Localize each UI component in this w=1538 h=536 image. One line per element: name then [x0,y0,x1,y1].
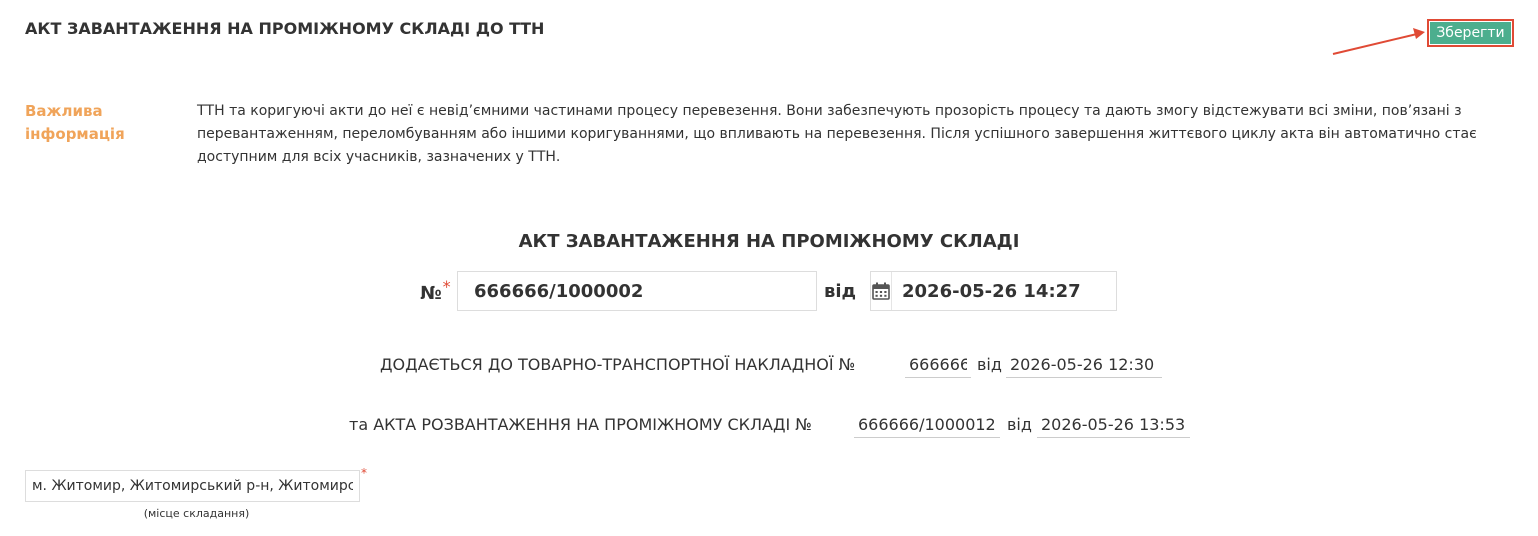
act-date-field [870,271,1163,311]
act-number-label: №* [420,277,451,304]
act-date-from-label: від [824,281,857,302]
important-info-label: Важлива інформація [25,102,125,143]
annotation-arrow-icon [1332,28,1425,55]
place-of-compilation-caption: (місце складання) [143,507,250,520]
act-number-input[interactable] [457,271,817,311]
ttn-number-field[interactable] [905,352,971,378]
ttn-from-label: від [977,355,1002,374]
save-button-highlight: Зберегти [1427,19,1514,47]
unload-act-from-label: від [1007,415,1032,434]
calendar-icon[interactable] [871,272,892,310]
save-button[interactable]: Зберегти [1430,22,1511,44]
unload-act-reference-label: та АКТА РОЗВАНТАЖЕННЯ НА ПРОМІЖНОМУ СКЛА… [349,415,812,434]
ttn-date-field[interactable] [1006,352,1162,378]
unload-act-number-field[interactable] [854,412,1000,438]
document-title: АКТ ЗАВАНТАЖЕННЯ НА ПРОМІЖНОМУ СКЛАДІ [518,231,1020,252]
ttn-reference-label: ДОДАЄТЬСЯ ДО ТОВАРНО-ТРАНСПОРТНОЇ НАКЛАД… [380,355,856,374]
number-sign: № [420,283,442,304]
act-date-input[interactable] [892,272,1163,310]
page-title: АКТ ЗАВАНТАЖЕННЯ НА ПРОМІЖНОМУ СКЛАДІ ДО… [25,19,545,38]
unload-act-date-field[interactable] [1037,412,1190,438]
important-info-text: ТТН та коригуючі акти до неї є невід’ємн… [197,103,1477,165]
place-required-mark: * [361,466,367,480]
required-mark: * [442,277,451,296]
place-of-compilation-input[interactable] [25,470,360,502]
